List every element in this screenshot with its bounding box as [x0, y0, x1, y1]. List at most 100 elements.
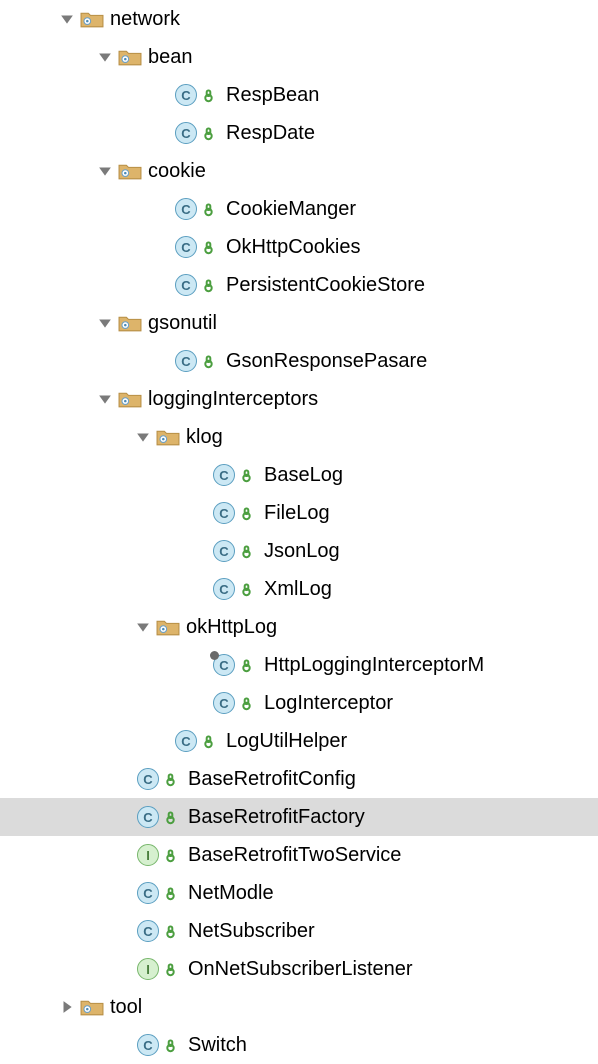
tree-row[interactable]: C BaseRetrofitConfig [0, 760, 598, 798]
tree-node-label: LogUtilHelper [226, 731, 347, 751]
class-icon: C [137, 920, 159, 942]
tree-node-label: CookieManger [226, 199, 356, 219]
visibility-public-icon [203, 278, 218, 293]
tree-row[interactable]: C BaseLog [0, 456, 598, 494]
tree-node-label: BaseRetrofitConfig [188, 769, 356, 789]
tree-row[interactable]: CGsonResponsePasare [0, 342, 598, 380]
visibility-public-icon [241, 506, 256, 521]
tree-row[interactable]: I BaseRetrofitTwoService [0, 836, 598, 874]
tree-node-label: tool [110, 997, 142, 1017]
tree-row[interactable]: IOnNetSubscriberListener [0, 950, 598, 988]
chevron-placeholder [132, 84, 154, 106]
tree-node-label: network [110, 9, 180, 29]
chevron-down-icon[interactable] [94, 312, 116, 334]
class-icon: C [175, 198, 197, 220]
visibility-public-icon [203, 88, 218, 103]
visibility-public-icon [203, 354, 218, 369]
tree-node-label: cookie [148, 161, 206, 181]
tree-row[interactable]: klog [0, 418, 598, 456]
tree-row[interactable]: loggingInterceptors [0, 380, 598, 418]
visibility-public-icon [165, 886, 180, 901]
visibility-public-icon [165, 810, 180, 825]
tree-row[interactable]: C LogInterceptor [0, 684, 598, 722]
chevron-placeholder [94, 844, 116, 866]
interface-icon: I [137, 958, 159, 980]
tree-row[interactable]: CJsonLog [0, 532, 598, 570]
tree-node-label: bean [148, 47, 193, 67]
package-folder-icon [118, 47, 142, 67]
chevron-placeholder [132, 236, 154, 258]
chevron-right-icon[interactable] [56, 996, 78, 1018]
chevron-placeholder [94, 920, 116, 942]
tree-row[interactable]: CPersistentCookieStore [0, 266, 598, 304]
class-icon: C [213, 654, 235, 676]
tree-node-label: RespDate [226, 123, 315, 143]
chevron-placeholder [132, 350, 154, 372]
tree-node-label: PersistentCookieStore [226, 275, 425, 295]
tree-row[interactable]: C RespBean [0, 76, 598, 114]
tree-node-label: XmlLog [264, 579, 332, 599]
tree-node-label: NetModle [188, 883, 274, 903]
visibility-public-icon [241, 658, 256, 673]
chevron-placeholder [170, 578, 192, 600]
class-icon: C [213, 464, 235, 486]
chevron-down-icon[interactable] [94, 388, 116, 410]
chevron-down-icon[interactable] [132, 426, 154, 448]
package-folder-icon [118, 161, 142, 181]
tree-node-label: BaseRetrofitTwoService [188, 845, 401, 865]
class-icon: C [175, 350, 197, 372]
tree-row[interactable]: okHttpLog [0, 608, 598, 646]
tree-row[interactable]: C HttpLoggingInterceptorM [0, 646, 598, 684]
tree-node-label: HttpLoggingInterceptorM [264, 655, 484, 675]
chevron-placeholder [94, 1034, 116, 1056]
interface-icon: I [137, 844, 159, 866]
visibility-public-icon [165, 772, 180, 787]
package-folder-icon [80, 997, 104, 1017]
tree-row[interactable]: gsonutil [0, 304, 598, 342]
chevron-placeholder [170, 654, 192, 676]
tree-row[interactable]: COkHttpCookies [0, 228, 598, 266]
tree-row[interactable]: CBaseRetrofitFactory [0, 798, 598, 836]
tree-node-label: RespBean [226, 85, 319, 105]
tree-row[interactable]: bean [0, 38, 598, 76]
tree-row[interactable]: C RespDate [0, 114, 598, 152]
visibility-public-icon [203, 202, 218, 217]
tree-row[interactable]: C CookieManger [0, 190, 598, 228]
chevron-down-icon[interactable] [56, 8, 78, 30]
visibility-public-icon [241, 544, 256, 559]
tree-node-label: BaseLog [264, 465, 343, 485]
tree-node-label: LogInterceptor [264, 693, 393, 713]
chevron-down-icon[interactable] [94, 160, 116, 182]
visibility-public-icon [203, 734, 218, 749]
visibility-public-icon [203, 240, 218, 255]
chevron-placeholder [170, 502, 192, 524]
class-icon: C [213, 692, 235, 714]
class-icon: C [175, 236, 197, 258]
tree-row[interactable]: CFileLog [0, 494, 598, 532]
class-icon: C [137, 768, 159, 790]
tree-row[interactable]: CNetModle [0, 874, 598, 912]
class-icon: C [175, 122, 197, 144]
chevron-placeholder [94, 958, 116, 980]
class-icon: C [175, 84, 197, 106]
tree-row[interactable]: CSwitch [0, 1026, 598, 1064]
visibility-public-icon [165, 962, 180, 977]
tree-node-label: NetSubscriber [188, 921, 315, 941]
chevron-placeholder [94, 882, 116, 904]
tree-row[interactable]: cookie [0, 152, 598, 190]
chevron-placeholder [132, 198, 154, 220]
tree-node-label: loggingInterceptors [148, 389, 318, 409]
chevron-placeholder [94, 806, 116, 828]
package-folder-icon [156, 617, 180, 637]
tree-row[interactable]: tool [0, 988, 598, 1026]
tree-row[interactable]: network [0, 0, 598, 38]
package-folder-icon [118, 313, 142, 333]
visibility-public-icon [241, 696, 256, 711]
tree-node-label: JsonLog [264, 541, 340, 561]
tree-row[interactable]: CLogUtilHelper [0, 722, 598, 760]
tree-row[interactable]: C NetSubscriber [0, 912, 598, 950]
chevron-down-icon[interactable] [132, 616, 154, 638]
chevron-down-icon[interactable] [94, 46, 116, 68]
package-folder-icon [156, 427, 180, 447]
tree-row[interactable]: CXmlLog [0, 570, 598, 608]
